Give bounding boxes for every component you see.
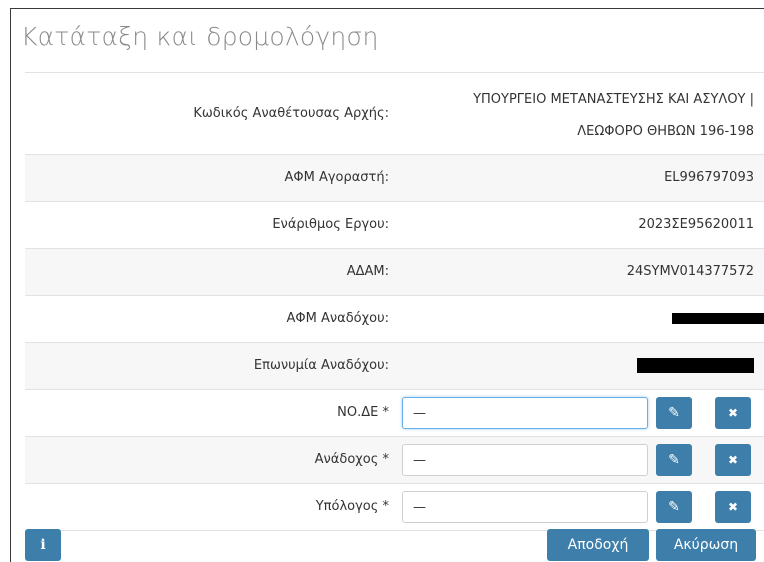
info-button[interactable]: i bbox=[25, 529, 61, 561]
project-code-value: 2023ΣΕ95620011 bbox=[638, 217, 754, 232]
project-code-label: Ενάριθμος Εργου: bbox=[272, 217, 389, 232]
contractor-name-label: Επωνυμία Αναδόχου: bbox=[253, 358, 389, 373]
dialog-title: Κατάταξη και δρομολόγηση bbox=[21, 22, 379, 51]
buyer-vat-value: EL996797093 bbox=[664, 170, 754, 185]
row-accountable: Υπόλογος * ✎ ✖ bbox=[25, 484, 764, 531]
contractor-clear-button[interactable]: ✖ bbox=[715, 444, 751, 476]
row-project-code: Ενάριθμος Εργου: 2023ΣΕ95620011 bbox=[25, 202, 764, 249]
row-contractor: Ανάδοχος * ✎ ✖ bbox=[25, 437, 764, 484]
accountable-field[interactable] bbox=[402, 491, 648, 523]
adam-value: 24SYMV014377572 bbox=[626, 264, 754, 279]
cancel-button[interactable]: Ακύρωση bbox=[656, 529, 756, 561]
contractor-field[interactable] bbox=[402, 444, 648, 476]
pencil-icon: ✎ bbox=[668, 405, 680, 421]
redacted-contractor-name bbox=[637, 358, 754, 373]
contractor-edit-button[interactable]: ✎ bbox=[656, 444, 692, 476]
contracting-authority-label: Κωδικός Αναθέτουσας Αρχής: bbox=[193, 106, 389, 121]
contracting-authority-value-line1: ΥΠΟΥΡΓΕΙΟ ΜΕΤΑΝΑΣΤΕΥΣΗΣ ΚΑΙ ΑΣΥΛΟΥ | bbox=[473, 92, 754, 107]
node-edit-button[interactable]: ✎ bbox=[656, 397, 692, 429]
node-label: ΝΟ.ΔΕ * bbox=[337, 405, 389, 420]
close-icon: ✖ bbox=[727, 500, 739, 514]
accountable-edit-button[interactable]: ✎ bbox=[656, 491, 692, 523]
close-icon: ✖ bbox=[727, 406, 739, 420]
redacted-contractor-vat bbox=[672, 313, 764, 324]
row-contractor-vat: ΑΦΜ Αναδόχου: bbox=[25, 296, 764, 343]
details-table: Κωδικός Αναθέτουσας Αρχής: ΥΠΟΥΡΓΕΙΟ ΜΕΤ… bbox=[25, 72, 764, 531]
accountable-clear-button[interactable]: ✖ bbox=[715, 491, 751, 523]
pencil-icon: ✎ bbox=[668, 499, 680, 515]
pencil-icon: ✎ bbox=[668, 452, 680, 468]
close-icon: ✖ bbox=[727, 453, 739, 467]
row-node: ΝΟ.ΔΕ * ✎ ✖ bbox=[25, 390, 764, 437]
contractor-label: Ανάδοχος * bbox=[314, 452, 389, 467]
buyer-vat-label: ΑΦΜ Αγοραστή: bbox=[284, 170, 389, 185]
node-clear-button[interactable]: ✖ bbox=[715, 397, 751, 429]
row-buyer-vat: ΑΦΜ Αγοραστή: EL996797093 bbox=[25, 155, 764, 202]
info-icon: i bbox=[40, 537, 46, 553]
row-adam: ΑΔΑΜ: 24SYMV014377572 bbox=[25, 249, 764, 296]
accept-button[interactable]: Αποδοχή bbox=[547, 529, 649, 561]
adam-label: ΑΔΑΜ: bbox=[346, 264, 389, 279]
contracting-authority-value-line2: ΛΕΩΦΟΡΟ ΘΗΒΩΝ 196-198 bbox=[577, 124, 754, 139]
accountable-label: Υπόλογος * bbox=[315, 499, 389, 514]
row-contractor-name: Επωνυμία Αναδόχου: bbox=[25, 343, 764, 390]
contractor-vat-label: ΑΦΜ Αναδόχου: bbox=[286, 311, 389, 326]
row-contracting-authority: Κωδικός Αναθέτουσας Αρχής: ΥΠΟΥΡΓΕΙΟ ΜΕΤ… bbox=[25, 73, 764, 155]
node-field[interactable] bbox=[402, 397, 648, 429]
